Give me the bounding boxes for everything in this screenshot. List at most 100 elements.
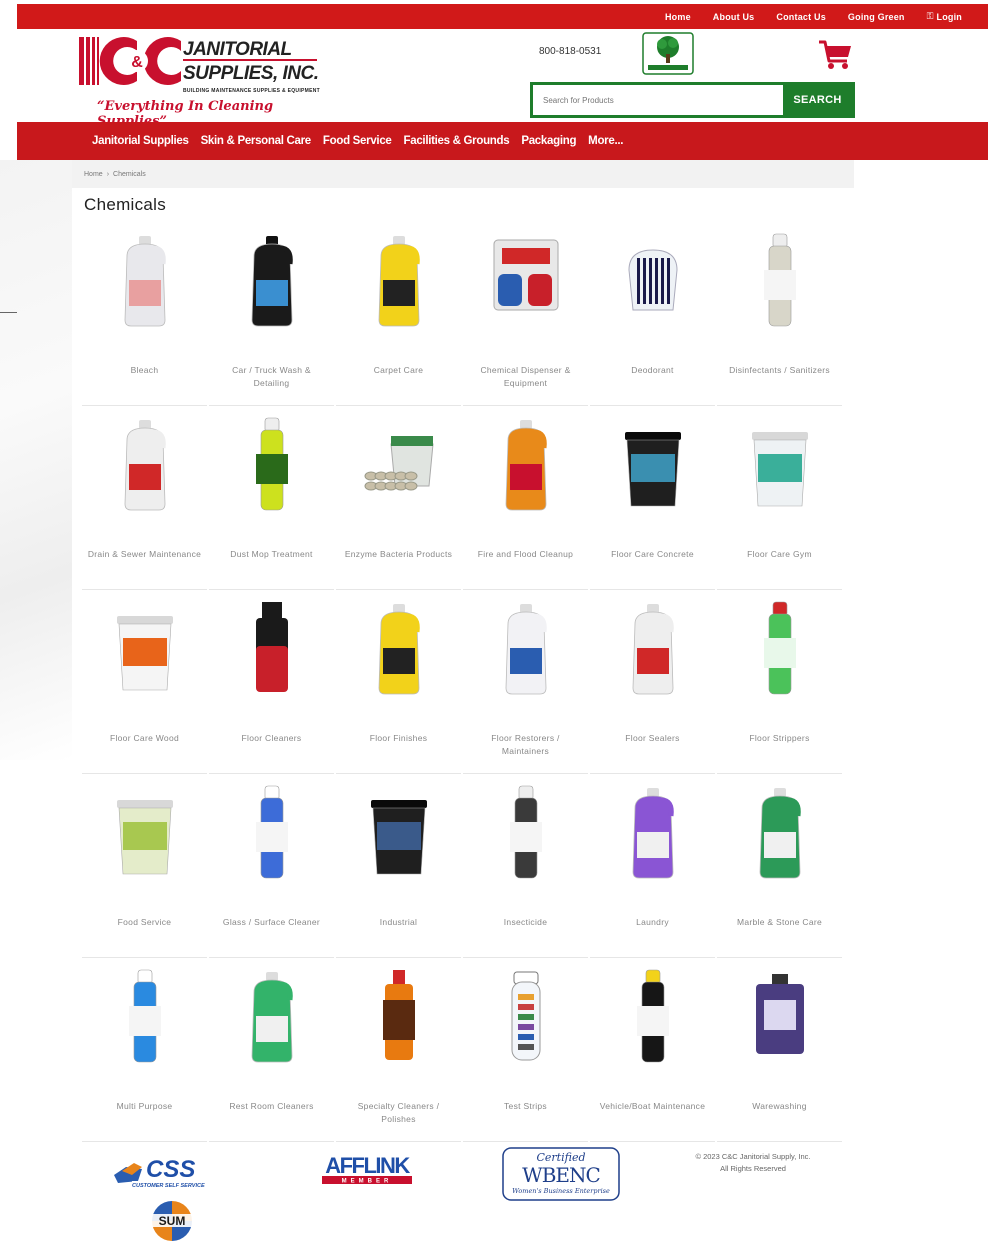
category-label[interactable]: Bleach: [86, 364, 203, 377]
category-card[interactable]: Bleach: [82, 222, 207, 406]
top-link-about[interactable]: About Us: [713, 12, 755, 22]
category-product-image[interactable]: [107, 230, 183, 330]
category-product-image[interactable]: [615, 598, 691, 698]
category-product-image[interactable]: [361, 414, 437, 514]
category-card[interactable]: Drain & Sewer Maintenance: [82, 406, 207, 590]
category-product-image[interactable]: [234, 598, 310, 698]
company-logo[interactable]: & JANITORIAL SUPPLIES, INC. BUILDING MAI…: [79, 33, 339, 129]
category-card[interactable]: Dust Mop Treatment: [209, 406, 334, 590]
shopping-cart-icon[interactable]: [817, 39, 853, 71]
nav-skin-personal-care[interactable]: Skin & Personal Care: [201, 135, 312, 147]
wbenc-certified-logo[interactable]: Certified WBENC Women's Business Enterpr…: [502, 1147, 620, 1201]
top-link-going-green[interactable]: Going Green: [848, 12, 905, 22]
category-label[interactable]: Floor Finishes: [340, 732, 457, 745]
category-product-image[interactable]: [234, 782, 310, 882]
category-label[interactable]: Insecticide: [467, 916, 584, 929]
category-label[interactable]: Fire and Flood Cleanup: [467, 548, 584, 561]
category-label[interactable]: Floor Care Gym: [721, 548, 838, 561]
category-product-image[interactable]: [742, 414, 818, 514]
category-label[interactable]: Floor Care Wood: [86, 732, 203, 745]
nav-more[interactable]: More...: [588, 135, 623, 147]
category-product-image[interactable]: [615, 230, 691, 330]
afflink-member-logo[interactable]: AFFLINK MEMBER: [320, 1151, 414, 1187]
category-product-image[interactable]: [361, 966, 437, 1066]
category-product-image[interactable]: [615, 966, 691, 1066]
category-card[interactable]: Floor Care Concrete: [590, 406, 715, 590]
category-card[interactable]: Floor Restorers / Maintainers: [463, 590, 588, 774]
category-label[interactable]: Multi Purpose: [86, 1100, 203, 1113]
category-label[interactable]: Drain & Sewer Maintenance: [86, 548, 203, 561]
category-label[interactable]: Glass / Surface Cleaner: [213, 916, 330, 929]
category-label[interactable]: Marble & Stone Care: [721, 916, 838, 929]
category-product-image[interactable]: [615, 414, 691, 514]
category-card[interactable]: Rest Room Cleaners: [209, 958, 334, 1142]
sum-logo[interactable]: SUM: [144, 1199, 200, 1243]
category-label[interactable]: Floor Restorers / Maintainers: [467, 732, 584, 758]
category-product-image[interactable]: [488, 782, 564, 882]
category-card[interactable]: Fire and Flood Cleanup: [463, 406, 588, 590]
category-label[interactable]: Test Strips: [467, 1100, 584, 1113]
css-customer-self-service-logo[interactable]: CSS CUSTOMER SELF SERVICE: [112, 1151, 232, 1191]
search-input[interactable]: [533, 85, 783, 115]
category-product-image[interactable]: [361, 782, 437, 882]
category-product-image[interactable]: [488, 230, 564, 330]
category-product-image[interactable]: [742, 230, 818, 330]
category-product-image[interactable]: [234, 414, 310, 514]
category-label[interactable]: Laundry: [594, 916, 711, 929]
category-label[interactable]: Car / Truck Wash & Detailing: [213, 364, 330, 390]
category-label[interactable]: Floor Care Concrete: [594, 548, 711, 561]
category-card[interactable]: Specialty Cleaners / Polishes: [336, 958, 461, 1142]
category-card[interactable]: Car / Truck Wash & Detailing: [209, 222, 334, 406]
category-product-image[interactable]: [361, 230, 437, 330]
category-card[interactable]: Carpet Care: [336, 222, 461, 406]
nav-food-service[interactable]: Food Service: [323, 135, 392, 147]
category-product-image[interactable]: [615, 782, 691, 882]
category-label[interactable]: Floor Strippers: [721, 732, 838, 745]
category-product-image[interactable]: [107, 414, 183, 514]
category-card[interactable]: Disinfectants / Sanitizers: [717, 222, 842, 406]
top-link-contact[interactable]: Contact Us: [776, 12, 826, 22]
going-green-tree-icon[interactable]: [642, 32, 694, 75]
category-product-image[interactable]: [234, 230, 310, 330]
category-label[interactable]: Carpet Care: [340, 364, 457, 377]
category-product-image[interactable]: [234, 966, 310, 1066]
category-label[interactable]: Chemical Dispenser & Equipment: [467, 364, 584, 390]
category-card[interactable]: Floor Finishes: [336, 590, 461, 774]
category-label[interactable]: Warewashing: [721, 1100, 838, 1113]
category-card[interactable]: Food Service: [82, 774, 207, 958]
search-button[interactable]: SEARCH: [783, 85, 852, 115]
category-label[interactable]: Vehicle/Boat Maintenance: [594, 1100, 711, 1113]
nav-facilities-grounds[interactable]: Facilities & Grounds: [404, 135, 510, 147]
category-card[interactable]: Floor Care Wood: [82, 590, 207, 774]
category-card[interactable]: Chemical Dispenser & Equipment: [463, 222, 588, 406]
category-card[interactable]: Enzyme Bacteria Products: [336, 406, 461, 590]
category-card[interactable]: Glass / Surface Cleaner: [209, 774, 334, 958]
category-product-image[interactable]: [488, 414, 564, 514]
category-card[interactable]: Test Strips: [463, 958, 588, 1142]
category-label[interactable]: Floor Sealers: [594, 732, 711, 745]
category-card[interactable]: Industrial: [336, 774, 461, 958]
category-label[interactable]: Disinfectants / Sanitizers: [721, 364, 838, 377]
breadcrumb-home[interactable]: Home: [84, 171, 103, 178]
category-product-image[interactable]: [742, 782, 818, 882]
category-label[interactable]: Floor Cleaners: [213, 732, 330, 745]
top-link-home[interactable]: Home: [665, 12, 691, 22]
category-label[interactable]: Specialty Cleaners / Polishes: [340, 1100, 457, 1126]
category-card[interactable]: Floor Cleaners: [209, 590, 334, 774]
category-product-image[interactable]: [488, 966, 564, 1066]
category-product-image[interactable]: [488, 598, 564, 698]
category-label[interactable]: Industrial: [340, 916, 457, 929]
category-label[interactable]: Food Service: [86, 916, 203, 929]
category-card[interactable]: Floor Care Gym: [717, 406, 842, 590]
category-card[interactable]: Floor Sealers: [590, 590, 715, 774]
nav-packaging[interactable]: Packaging: [521, 135, 576, 147]
category-label[interactable]: Dust Mop Treatment: [213, 548, 330, 561]
top-link-login[interactable]: Login: [937, 12, 963, 22]
nav-janitorial-supplies[interactable]: Janitorial Supplies: [92, 135, 189, 147]
category-card[interactable]: Insecticide: [463, 774, 588, 958]
category-product-image[interactable]: [107, 966, 183, 1066]
category-label[interactable]: Deodorant: [594, 364, 711, 377]
category-card[interactable]: Floor Strippers: [717, 590, 842, 774]
category-product-image[interactable]: [107, 782, 183, 882]
category-product-image[interactable]: [742, 966, 818, 1066]
